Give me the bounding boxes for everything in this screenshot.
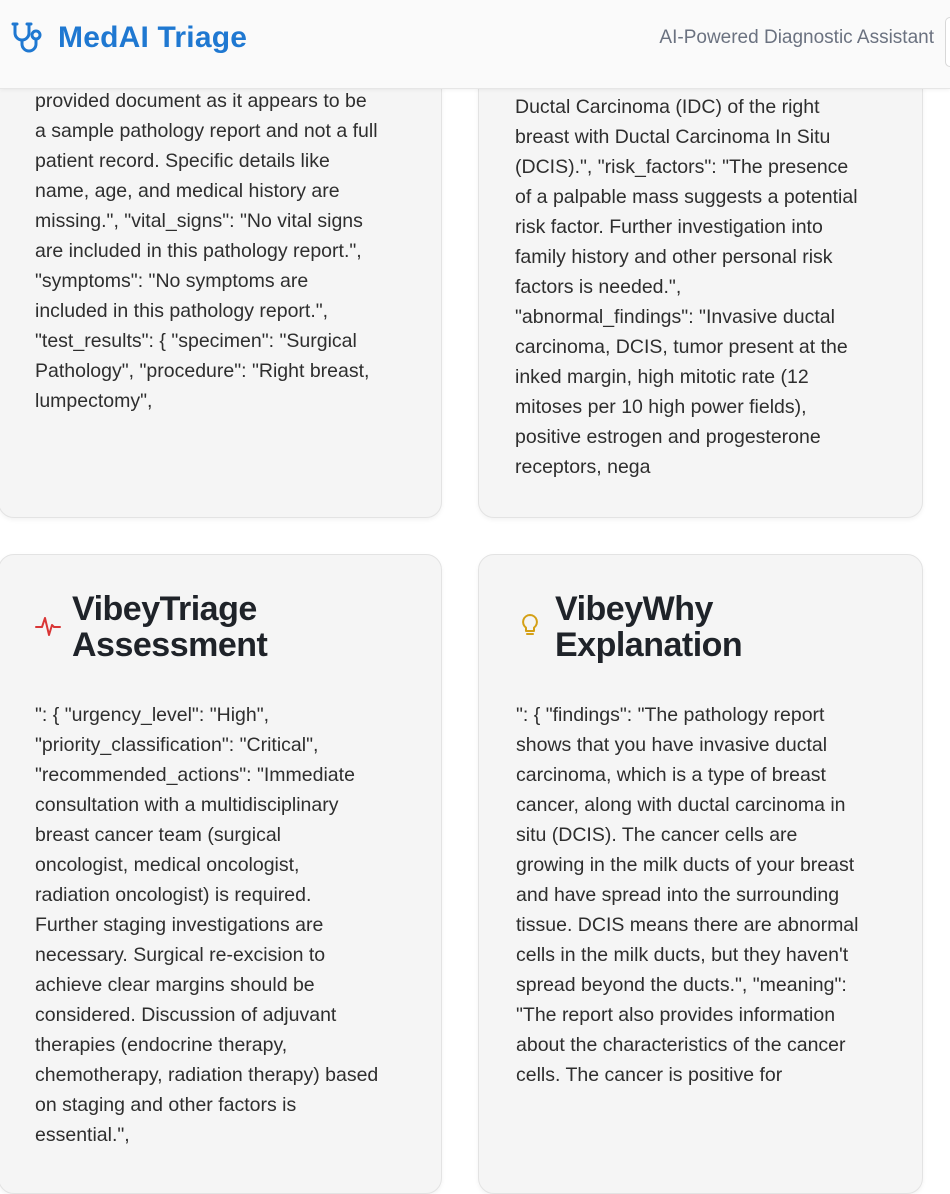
triage-card-title: VibeyTriage Assessment xyxy=(72,590,268,664)
why-card-title: VibeyWhy Explanation xyxy=(555,590,743,664)
app-tagline: AI-Powered Diagnostic Assistant xyxy=(659,27,934,48)
header-overflow-control[interactable] xyxy=(945,17,950,67)
patient-summary-card: provided document as it appears to be a … xyxy=(0,40,442,518)
patient-summary-text: provided document as it appears to be a … xyxy=(35,90,378,412)
triage-assessment-card: VibeyTriage Assessment ": { "urgency_lev… xyxy=(0,554,442,1194)
heartbeat-icon xyxy=(35,617,61,636)
app-header: MedAI Triage AI-Powered Diagnostic Assis… xyxy=(0,0,950,89)
clinical-analysis-text: Ductal Carcinoma (IDC) of the right brea… xyxy=(515,96,858,478)
brand[interactable]: MedAI Triage xyxy=(10,18,247,58)
stethoscope-icon xyxy=(11,22,42,53)
app-title: MedAI Triage xyxy=(58,21,248,54)
why-explanation-card: VibeyWhy Explanation ": { "findings": "T… xyxy=(478,554,923,1194)
triage-assessment-text: ": { "urgency_level": "High", "priority_… xyxy=(35,704,379,1146)
clinical-analysis-card: Ductal Carcinoma (IDC) of the right brea… xyxy=(478,40,923,518)
why-explanation-text: ": { "findings": "The pathology report s… xyxy=(516,704,859,1086)
lightbulb-icon xyxy=(522,614,538,635)
